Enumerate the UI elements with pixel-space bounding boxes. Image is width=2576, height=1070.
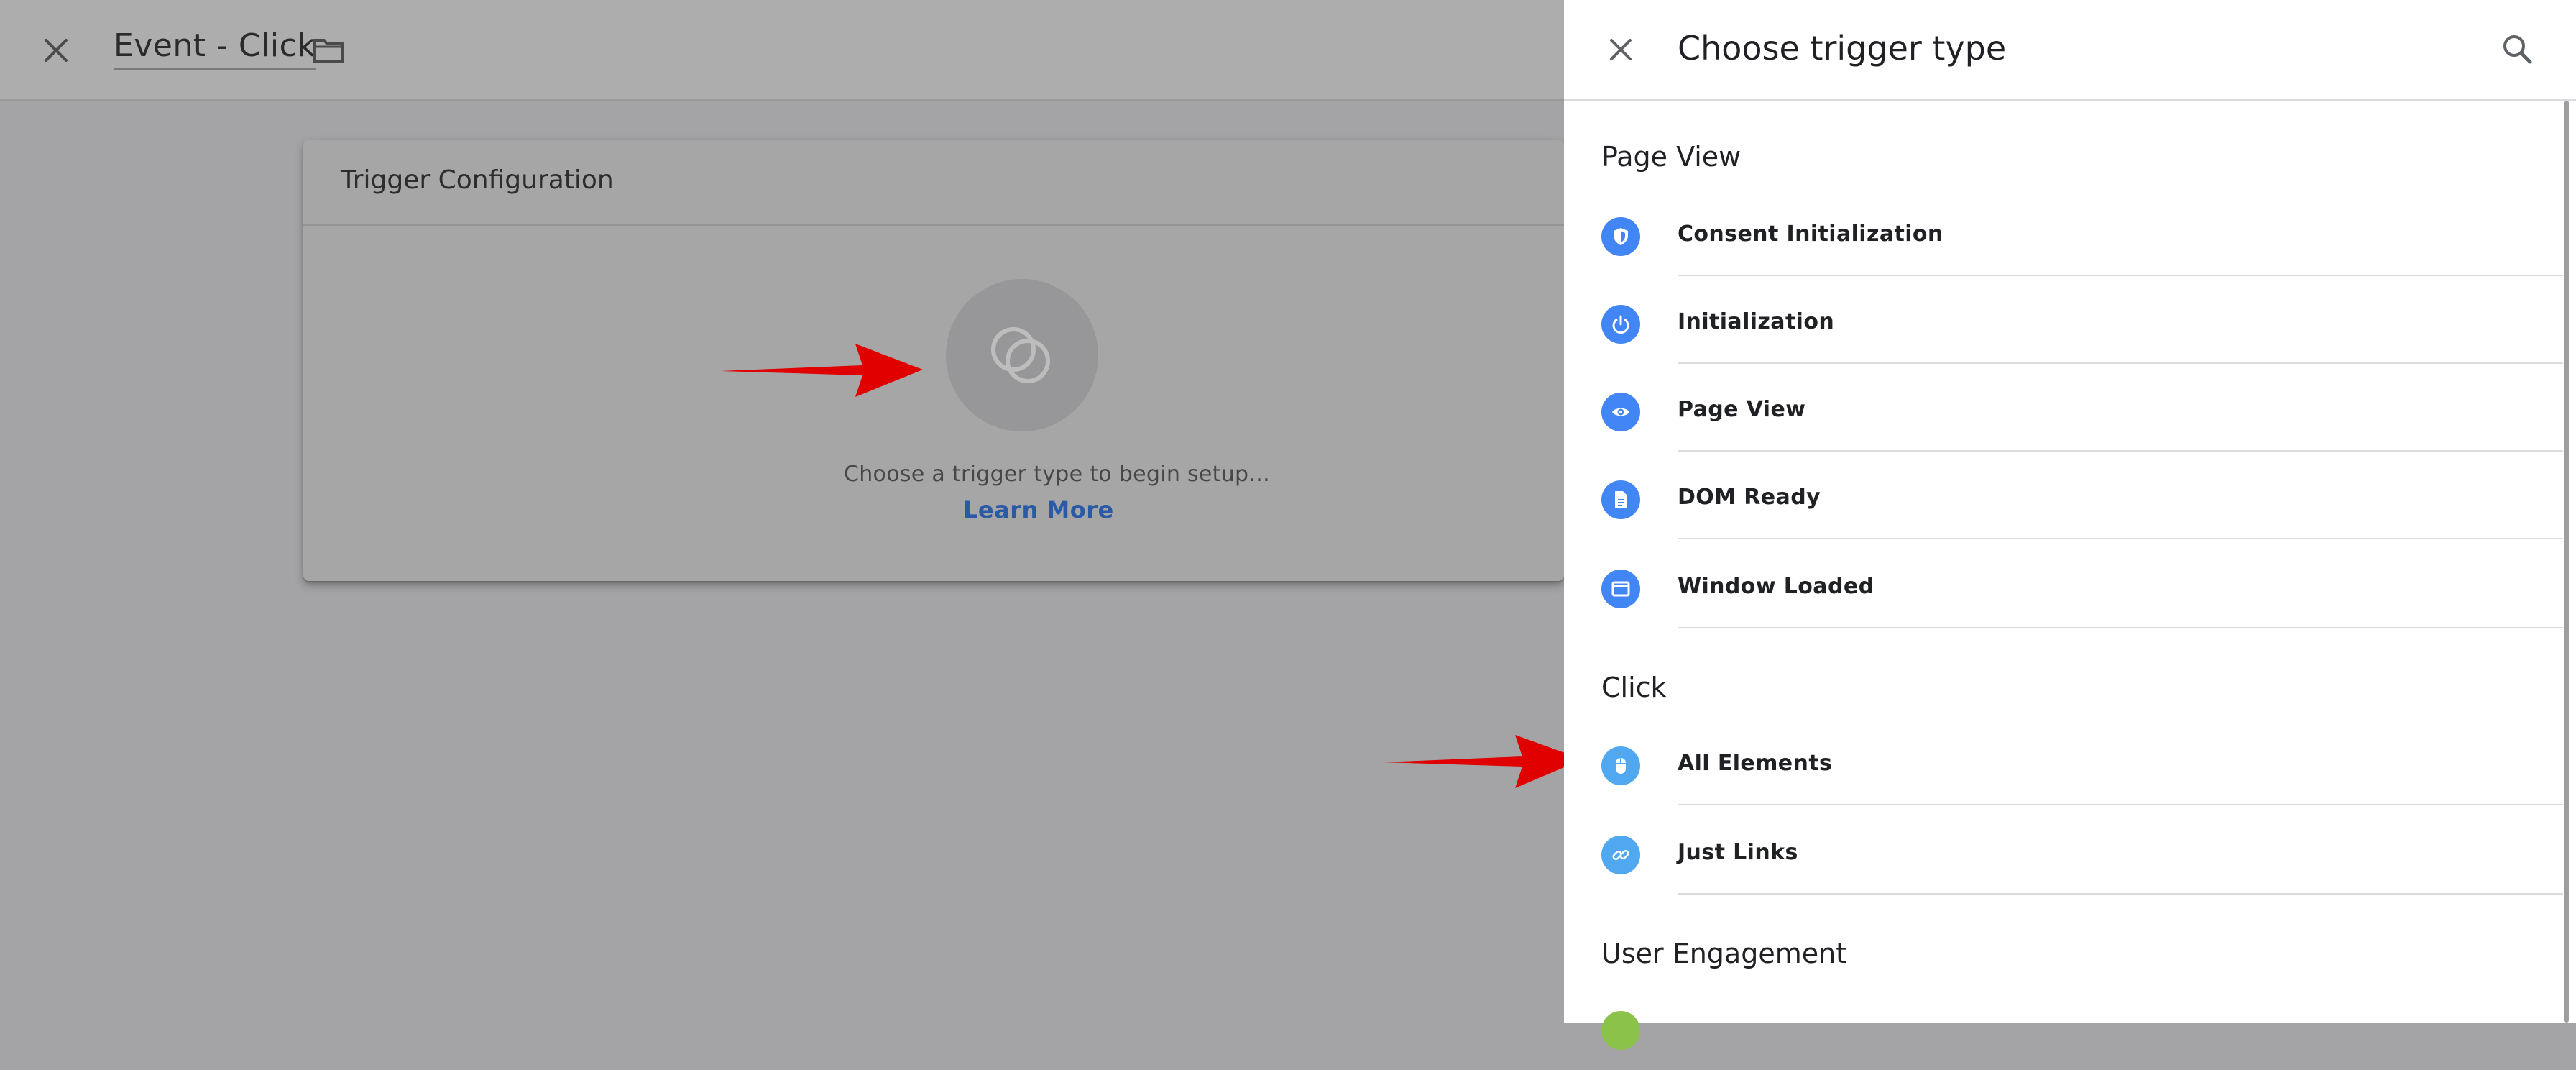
shield-icon bbox=[1601, 217, 1640, 256]
trigger-item-label: Consent Initialization bbox=[1678, 221, 1944, 247]
item-divider bbox=[1678, 893, 2563, 895]
item-divider bbox=[1678, 538, 2563, 539]
power-icon bbox=[1601, 305, 1640, 344]
editor-top-bar: Event - Click bbox=[0, 0, 1564, 101]
annotation-arrow-icon bbox=[720, 344, 923, 397]
card-divider bbox=[303, 224, 1564, 226]
trigger-item-window-loaded[interactable]: Window Loaded bbox=[1564, 542, 2563, 628]
learn-more-link[interactable]: Learn More bbox=[963, 496, 1114, 523]
section-title-page-view: Page View bbox=[1601, 141, 1742, 173]
trigger-item-page-view[interactable]: Page View bbox=[1564, 365, 2563, 452]
trigger-item-label: Just Links bbox=[1678, 840, 1798, 865]
trigger-item-initialization[interactable]: Initialization bbox=[1564, 278, 2563, 364]
folder-icon[interactable] bbox=[310, 32, 346, 68]
trigger-item-label: DOM Ready bbox=[1678, 485, 1821, 510]
trigger-configuration-card: Trigger Configuration Choose a trigger t… bbox=[303, 140, 1564, 581]
close-icon[interactable] bbox=[1604, 33, 1637, 66]
section-title-click: Click bbox=[1601, 672, 1667, 703]
trigger-name-title[interactable]: Event - Click bbox=[114, 27, 316, 70]
trigger-item-all-elements[interactable]: All Elements bbox=[1564, 719, 2563, 805]
mouse-icon bbox=[1601, 746, 1640, 785]
section-title-user-engagement: User Engagement bbox=[1601, 938, 1847, 969]
trigger-type-panel: Choose trigger type Page View Consent In… bbox=[1564, 0, 2576, 1050]
item-divider bbox=[1678, 450, 2563, 452]
card-title: Trigger Configuration bbox=[341, 165, 614, 195]
item-divider bbox=[1678, 275, 2563, 276]
trigger-item-label: Page View bbox=[1678, 397, 1806, 422]
eye-icon bbox=[1601, 393, 1640, 431]
item-divider bbox=[1678, 804, 2563, 805]
trigger-placeholder-icon bbox=[991, 327, 1050, 383]
choose-trigger-type-button[interactable] bbox=[946, 279, 1098, 431]
window-icon bbox=[1601, 570, 1640, 608]
trigger-item-element-visibility[interactable] bbox=[1564, 984, 2563, 1070]
trigger-item-label: Initialization bbox=[1678, 309, 1835, 334]
panel-header: Choose trigger type bbox=[1564, 0, 2576, 101]
annotation-arrow-icon bbox=[1383, 735, 1583, 788]
trigger-item-dom-ready[interactable]: DOM Ready bbox=[1564, 453, 2563, 539]
trigger-item-consent-initialization[interactable]: Consent Initialization bbox=[1564, 190, 2563, 276]
panel-scrollbar[interactable] bbox=[2564, 101, 2569, 1023]
search-icon[interactable] bbox=[2500, 32, 2534, 66]
trigger-item-just-links[interactable]: Just Links bbox=[1564, 808, 2563, 895]
document-icon bbox=[1601, 480, 1640, 519]
visibility-icon bbox=[1601, 1011, 1640, 1050]
item-divider bbox=[1678, 362, 2563, 364]
trigger-item-label: Window Loaded bbox=[1678, 574, 1874, 599]
close-icon[interactable] bbox=[37, 33, 75, 68]
panel-title: Choose trigger type bbox=[1678, 29, 2007, 68]
item-divider bbox=[1678, 627, 2563, 628]
setup-hint-text: Choose a trigger type to begin setup... bbox=[844, 462, 1270, 487]
trigger-item-label: All Elements bbox=[1678, 751, 1833, 776]
link-icon bbox=[1601, 836, 1640, 874]
